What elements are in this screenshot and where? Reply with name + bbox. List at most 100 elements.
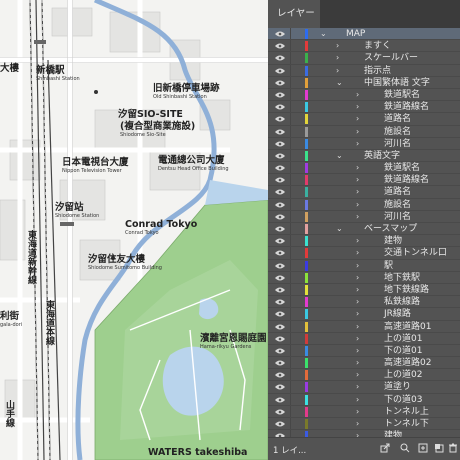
- chevron-right-icon[interactable]: ›: [356, 126, 359, 138]
- chevron-right-icon[interactable]: ›: [356, 199, 359, 211]
- eye-icon[interactable]: [275, 226, 285, 232]
- chevron-right-icon[interactable]: ›: [336, 40, 339, 52]
- layer-row[interactable]: › 高速道路02: [268, 357, 460, 370]
- new-sublayer-icon[interactable]: [418, 443, 428, 453]
- layer-row[interactable]: › 下の道01: [268, 344, 460, 358]
- layer-row[interactable]: › 指示点: [268, 64, 460, 77]
- eye-icon[interactable]: [275, 250, 285, 256]
- layer-row[interactable]: › トンネル下: [268, 418, 460, 431]
- eye-icon[interactable]: [275, 116, 285, 122]
- layer-row[interactable]: › 私鉄線路: [268, 296, 460, 309]
- layer-row[interactable]: ⌄ 英語文字: [268, 149, 460, 163]
- layer-row[interactable]: › JR線路: [268, 308, 460, 321]
- lock-toggle[interactable]: [290, 40, 291, 52]
- eye-icon[interactable]: [275, 287, 285, 293]
- lock-toggle[interactable]: [290, 198, 291, 210]
- chevron-right-icon[interactable]: ›: [336, 65, 339, 77]
- lock-toggle[interactable]: [290, 369, 291, 381]
- eye-icon[interactable]: [275, 384, 285, 390]
- eye-icon[interactable]: [275, 43, 285, 49]
- map-canvas[interactable]: 新橋駅 Shinbashi Station 旧新橋停車場跡 Old Shinbash…: [0, 0, 268, 460]
- lock-toggle[interactable]: [290, 247, 291, 259]
- lock-toggle[interactable]: [290, 210, 291, 222]
- eye-icon[interactable]: [275, 104, 285, 110]
- chevron-right-icon[interactable]: ›: [356, 113, 359, 125]
- lock-toggle[interactable]: [290, 186, 291, 198]
- chevron-right-icon[interactable]: ›: [356, 89, 359, 101]
- layer-row[interactable]: ⌄ ベースマップ: [268, 223, 460, 236]
- chevron-right-icon[interactable]: ›: [356, 260, 359, 272]
- chevron-down-icon[interactable]: ⌄: [336, 223, 343, 235]
- chevron-right-icon[interactable]: ›: [356, 162, 359, 174]
- eye-icon[interactable]: [275, 141, 285, 147]
- chevron-right-icon[interactable]: ›: [356, 101, 359, 113]
- lock-toggle[interactable]: [290, 405, 291, 417]
- lock-toggle[interactable]: [290, 149, 291, 162]
- eye-icon[interactable]: [275, 165, 285, 171]
- lock-toggle[interactable]: [290, 101, 291, 113]
- eye-icon[interactable]: [275, 397, 285, 403]
- lock-toggle[interactable]: [290, 320, 291, 332]
- layer-row[interactable]: › 上の道02: [268, 369, 460, 382]
- eye-icon[interactable]: [275, 360, 285, 366]
- layer-row[interactable]: ⌄ 中国繁体語 文字: [268, 76, 460, 89]
- lock-toggle[interactable]: [290, 162, 291, 174]
- layer-row[interactable]: › 河川名: [268, 137, 460, 150]
- lock-toggle[interactable]: [290, 28, 291, 40]
- chevron-right-icon[interactable]: ›: [356, 272, 359, 284]
- eye-icon[interactable]: [275, 311, 285, 317]
- layer-row[interactable]: ⌄ MAP: [268, 28, 460, 41]
- layer-row[interactable]: › 下の道03: [268, 393, 460, 406]
- layer-row[interactable]: › 道塗り: [268, 381, 460, 394]
- chevron-right-icon[interactable]: ›: [356, 333, 359, 345]
- lock-toggle[interactable]: [290, 88, 291, 101]
- eye-icon[interactable]: [275, 372, 285, 378]
- search-icon[interactable]: [400, 443, 410, 453]
- chevron-right-icon[interactable]: ›: [356, 381, 359, 393]
- eye-icon[interactable]: [275, 238, 285, 244]
- layer-row[interactable]: › 高速道路01: [268, 320, 460, 333]
- trash-icon[interactable]: [448, 443, 458, 453]
- lock-toggle[interactable]: [290, 113, 291, 125]
- chevron-right-icon[interactable]: ›: [356, 247, 359, 259]
- lock-toggle[interactable]: [290, 223, 291, 235]
- eye-icon[interactable]: [275, 189, 285, 195]
- eye-icon[interactable]: [275, 214, 285, 220]
- chevron-down-icon[interactable]: ⌄: [320, 28, 327, 40]
- lock-toggle[interactable]: [290, 344, 291, 357]
- layer-row[interactable]: › 地下鉄駅: [268, 271, 460, 284]
- chevron-right-icon[interactable]: ›: [356, 211, 359, 223]
- layer-row[interactable]: › 鉄道路線名: [268, 174, 460, 187]
- lock-toggle[interactable]: [290, 235, 291, 247]
- eye-icon[interactable]: [275, 92, 285, 98]
- eye-icon[interactable]: [275, 409, 285, 415]
- lock-toggle[interactable]: [290, 381, 291, 393]
- export-icon[interactable]: [380, 443, 390, 453]
- layer-row[interactable]: › 施設名: [268, 125, 460, 138]
- layer-row[interactable]: › 道路名: [268, 113, 460, 126]
- chevron-right-icon[interactable]: ›: [356, 345, 359, 357]
- layer-row[interactable]: › 駅: [268, 259, 460, 272]
- layer-row[interactable]: › 鉄道路線名: [268, 101, 460, 114]
- lock-toggle[interactable]: [290, 393, 291, 405]
- lock-toggle[interactable]: [290, 259, 291, 271]
- layer-row[interactable]: › 鉄道駅名: [268, 162, 460, 175]
- lock-toggle[interactable]: [290, 332, 291, 344]
- eye-icon[interactable]: [275, 263, 285, 269]
- lock-toggle[interactable]: [290, 64, 291, 76]
- eye-icon[interactable]: [275, 324, 285, 330]
- eye-icon[interactable]: [275, 177, 285, 183]
- chevron-right-icon[interactable]: ›: [356, 406, 359, 418]
- eye-icon[interactable]: [275, 421, 285, 427]
- chevron-right-icon[interactable]: ›: [356, 357, 359, 369]
- chevron-right-icon[interactable]: ›: [356, 308, 359, 320]
- lock-toggle[interactable]: [290, 283, 291, 296]
- layer-row[interactable]: › 施設名: [268, 198, 460, 211]
- layer-row[interactable]: › トンネル上: [268, 405, 460, 418]
- chevron-right-icon[interactable]: ›: [356, 174, 359, 186]
- chevron-right-icon[interactable]: ›: [356, 321, 359, 333]
- layer-row[interactable]: › ますく: [268, 40, 460, 53]
- chevron-right-icon[interactable]: ›: [356, 284, 359, 296]
- chevron-down-icon[interactable]: ⌄: [336, 150, 343, 162]
- eye-icon[interactable]: [275, 275, 285, 281]
